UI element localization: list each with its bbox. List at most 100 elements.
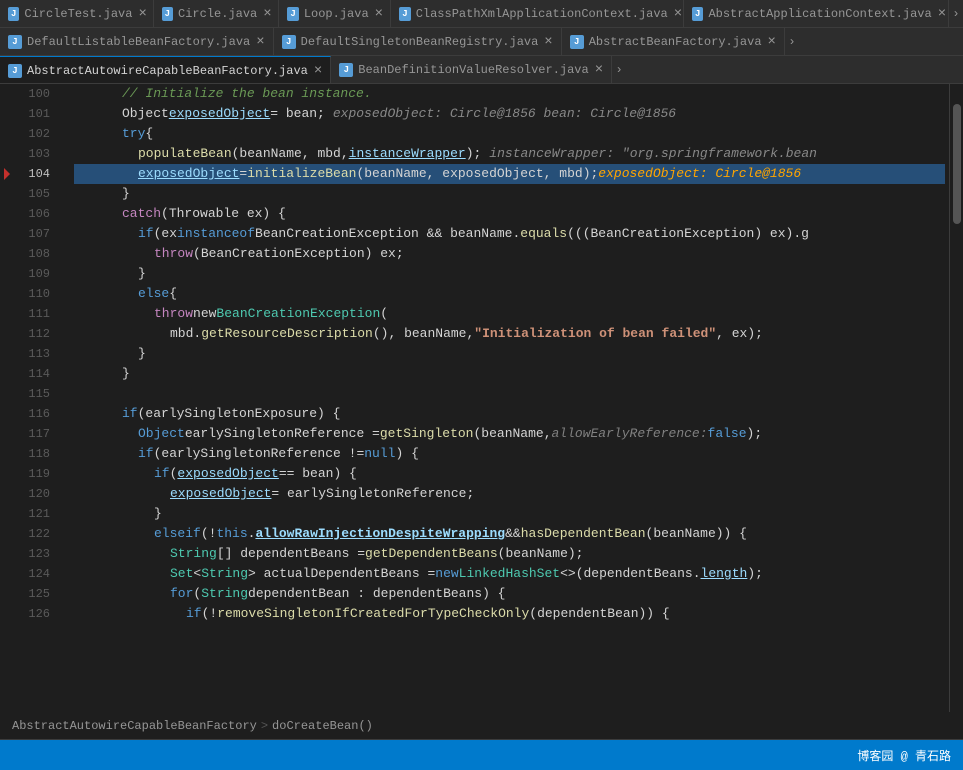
line-number: 109 [18, 264, 58, 284]
close-tab-icon[interactable]: × [768, 35, 776, 49]
code-line [74, 384, 945, 404]
token-plain: (), beanName, [373, 324, 474, 344]
tab-AbstractAutowireCapableBeanFactory-java[interactable]: JAbstractAutowireCapableBeanFactory.java… [0, 56, 331, 84]
breakpoint-indicator [4, 569, 14, 579]
tab-scroll-indicator[interactable]: › [949, 0, 963, 27]
token-var-local: exposedObject [170, 484, 271, 504]
token-kw-ctrl: throw [154, 244, 193, 264]
token-var-field: allowRawInjectionDespiteWrapping [255, 524, 505, 544]
code-editor[interactable]: // Initialize the bean instance.Object e… [66, 84, 949, 712]
code-line: } [74, 344, 945, 364]
close-tab-icon[interactable]: × [375, 7, 383, 21]
line-number: 101 [18, 104, 58, 124]
token-var-local: instanceWrapper [349, 144, 466, 164]
code-line: Object exposedObject = bean; exposedObje… [74, 104, 945, 124]
token-plain: } [122, 364, 130, 384]
close-tab-icon[interactable]: × [314, 64, 322, 78]
tab-Loop-java[interactable]: J Loop.java × [279, 0, 391, 28]
token-kw: if [185, 524, 201, 544]
tab-CircleTest-java[interactable]: JCircleTest.java× [0, 0, 154, 28]
token-plain: ); [747, 564, 763, 584]
token-kw: else [138, 284, 169, 304]
breakpoint-indicator [4, 529, 14, 539]
token-type: Set [170, 564, 193, 584]
token-plain: ) { [395, 444, 418, 464]
breakpoint-indicator [4, 349, 14, 359]
line-number: 117 [18, 424, 58, 444]
token-plain: ( [170, 464, 178, 484]
token-kw: new [435, 564, 458, 584]
marker-line [0, 564, 18, 584]
tab-label: DefaultSingletonBeanRegistry.java [301, 35, 539, 49]
marker-line [0, 204, 18, 224]
close-tab-icon[interactable]: × [544, 35, 552, 49]
breakpoint-indicator [4, 389, 14, 399]
token-type: LinkedHashSet [459, 564, 560, 584]
token-plain: { [169, 284, 177, 304]
close-tab-icon[interactable]: × [263, 7, 271, 21]
tab-label: Circle.java [178, 7, 257, 21]
tab-Circle-java[interactable]: JCircle.java× [154, 0, 280, 28]
tab-AbstractBeanFactory-java[interactable]: JAbstractBeanFactory.java× [562, 28, 785, 56]
token-var-field: length [701, 564, 748, 584]
java-file-icon: J [339, 63, 353, 77]
tab-label: ClassPathXmlApplicationContext.java [416, 7, 668, 21]
close-tab-icon[interactable]: × [674, 7, 682, 21]
marker-line [0, 244, 18, 264]
breakpoint-indicator [4, 429, 14, 439]
token-kw: null [364, 444, 395, 464]
tab-label: Loop.java [304, 7, 369, 21]
tab-DefaultListableBeanFactory-java[interactable]: JDefaultListableBeanFactory.java× [0, 28, 274, 56]
tab-DefaultSingletonBeanRegistry-java[interactable]: JDefaultSingletonBeanRegistry.java× [274, 28, 562, 56]
tab-BeanDefinitionValueResolver-java[interactable]: J BeanDefinitionValueResolver.java × [331, 56, 612, 84]
token-plain: > actualDependentBeans = [248, 564, 435, 584]
token-plain: [] dependentBeans = [217, 544, 365, 564]
breakpoint-indicator [4, 89, 14, 99]
breakpoint-indicator [4, 189, 14, 199]
tab-ClassPathXmlApplicationContext-java[interactable]: JClassPathXmlApplicationContext.java× [391, 0, 684, 28]
code-line: mbd.getResourceDescription(), beanName, … [74, 324, 945, 344]
tab-bar-row1: JCircleTest.java×JCircle.java×JLoop.java… [0, 0, 963, 28]
token-plain: . [248, 524, 256, 544]
tab-scroll-indicator[interactable]: › [785, 28, 799, 55]
token-kw: try [122, 124, 145, 144]
token-comment: // Initialize the bean instance. [122, 84, 372, 104]
token-method: populateBean [138, 144, 232, 164]
token-kw: false [708, 424, 747, 444]
tab-AbstractApplicationContext-java[interactable]: JAbstractApplicationContext.java× [684, 0, 949, 28]
marker-line [0, 444, 18, 464]
tab-label: BeanDefinitionValueResolver.java [358, 63, 588, 77]
token-kw: if [122, 404, 138, 424]
close-tab-icon[interactable]: × [138, 7, 146, 21]
close-tab-icon[interactable]: × [595, 63, 603, 77]
token-method: getDependentBeans [365, 544, 498, 564]
token-var-local: exposedObject [177, 464, 278, 484]
token-kw: if [186, 604, 202, 624]
token-param-hint: allowEarlyReference: [552, 424, 708, 444]
token-type: String [201, 584, 248, 604]
code-line: throw (BeanCreationException) ex; [74, 244, 945, 264]
scroll-bar[interactable] [949, 84, 963, 712]
line-number: 105 [18, 184, 58, 204]
line-number: 115 [18, 384, 58, 404]
marker-line [0, 264, 18, 284]
breakpoint-indicator [4, 168, 16, 180]
scroll-thumb[interactable] [953, 104, 961, 224]
token-plain: (beanName); [498, 544, 584, 564]
code-line: try { [74, 124, 945, 144]
close-tab-icon[interactable]: × [256, 35, 264, 49]
java-file-icon: J [287, 7, 298, 21]
close-tab-icon[interactable]: × [938, 7, 946, 21]
breakpoint-indicator [4, 409, 14, 419]
tab-scroll-indicator[interactable]: › [612, 56, 626, 83]
breakpoint-indicator [4, 309, 14, 319]
token-plain: } [122, 184, 130, 204]
line-number: 120 [18, 484, 58, 504]
tab-label: CircleTest.java [24, 7, 132, 21]
code-line: exposedObject = initializeBean(beanName,… [74, 164, 945, 184]
editor-container: 1001011021031041051061071081091101111121… [0, 84, 963, 712]
line-number: 107 [18, 224, 58, 244]
line-number: 119 [18, 464, 58, 484]
line-number: 125 [18, 584, 58, 604]
token-kw: for [170, 584, 193, 604]
